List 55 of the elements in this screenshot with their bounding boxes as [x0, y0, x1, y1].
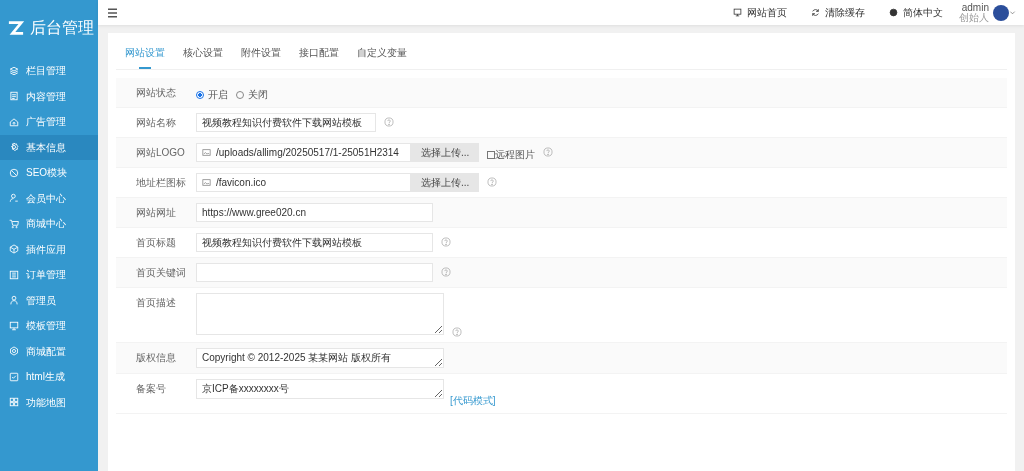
field-label: 首页标题	[135, 236, 177, 250]
settings-tab[interactable]: 附件设置	[232, 45, 290, 69]
user-icon	[9, 193, 19, 204]
house-icon	[9, 116, 19, 127]
document-icon	[9, 91, 19, 102]
user-icon	[9, 295, 19, 306]
top-link[interactable]: 简体中文	[889, 5, 943, 20]
monitor-icon	[9, 320, 19, 331]
upload-button[interactable]: 选择上传...	[411, 143, 480, 162]
field-label: 网站状态	[135, 86, 177, 100]
upload-button[interactable]: 选择上传...	[411, 173, 480, 192]
field-label: 地址栏图标	[135, 176, 187, 190]
image-icon	[202, 148, 211, 157]
logo-text: 后台管理	[30, 18, 94, 38]
radio-option[interactable]: 开启	[196, 87, 228, 102]
checkbox-option[interactable]: 远程图片	[487, 147, 536, 162]
field-label: 版权信息	[135, 351, 177, 365]
field-label: 备案号	[135, 382, 167, 396]
user-role: 创始人	[959, 12, 989, 23]
logo-icon	[6, 20, 26, 36]
text-field[interactable]: https://www.gree020.cn	[196, 203, 433, 222]
radio-option[interactable]: 关闭	[236, 87, 268, 102]
text-area[interactable]: 京ICP备xxxxxxxx号	[196, 379, 444, 399]
field-label: 网站名称	[135, 116, 177, 130]
avatar-image	[993, 4, 1009, 21]
file-path-field[interactable]: /favicon.ico	[196, 173, 411, 192]
cart-icon	[9, 218, 19, 229]
checkbox-icon	[9, 371, 19, 382]
file-path-field[interactable]: /uploads/allimg/20250517/1-25051H2314	[196, 143, 411, 162]
text-field[interactable]	[196, 263, 433, 282]
text-field[interactable]: 视频教程知识付费软件下载网站模板	[196, 233, 433, 252]
top-link[interactable]: 清除缓存	[811, 5, 865, 20]
text-area[interactable]	[196, 293, 444, 335]
settings-tab[interactable]: 自定义变量	[348, 45, 416, 69]
top-link[interactable]: 网站首页	[733, 5, 787, 20]
layers-icon	[9, 65, 19, 76]
settings-tab[interactable]: 接口配置	[290, 45, 348, 69]
field-label: 网站网址	[135, 206, 177, 220]
prohibited-icon	[9, 167, 19, 178]
cube-icon	[9, 244, 19, 255]
list-icon	[9, 269, 19, 280]
text-field[interactable]: 视频教程知识付费软件下载网站模板	[196, 113, 376, 132]
text-area[interactable]: Copyright © 2012-2025 某某网站 版权所有	[196, 348, 444, 368]
settings-tab[interactable]: 核心设置	[174, 45, 232, 69]
menu-icon	[106, 6, 119, 19]
field-label: 网站LOGO	[135, 146, 186, 160]
field-label: 首页关键词	[135, 266, 187, 280]
image-icon	[202, 178, 211, 187]
refresh-icon	[811, 8, 820, 17]
field-label: 首页描述	[135, 296, 177, 310]
monitor-icon	[733, 8, 742, 17]
caret-icon	[1009, 9, 1016, 16]
grid-icon	[9, 397, 19, 408]
user-name: admin	[961, 2, 989, 13]
sidebar-item[interactable]: 基本信息	[0, 134, 98, 160]
